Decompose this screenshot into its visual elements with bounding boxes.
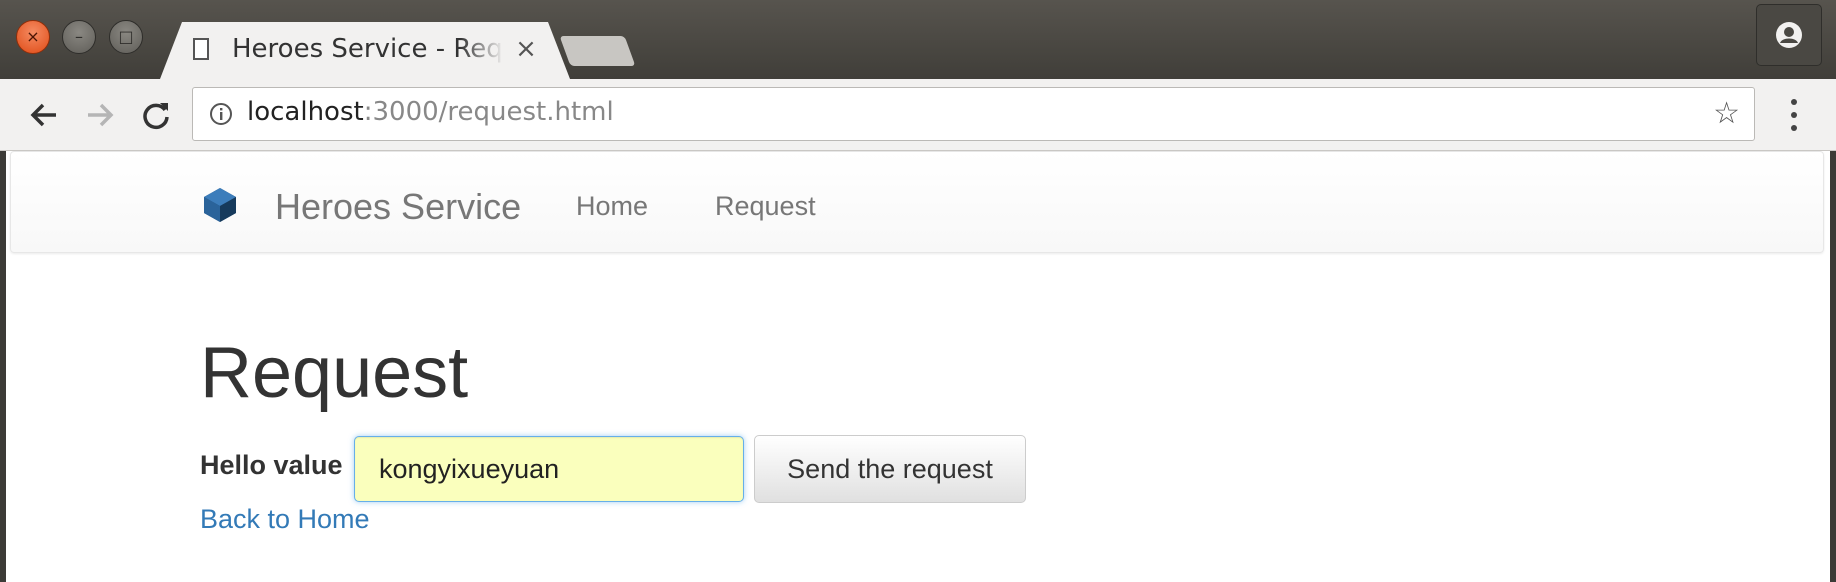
reload-icon [143,103,169,130]
browser-window: × – □ Heroes Service - Request × [0,0,1836,582]
tab-title-fade [460,30,504,70]
back-button[interactable] [26,97,62,133]
send-request-button[interactable]: Send the request [754,435,1026,503]
new-tab-button[interactable] [559,36,636,66]
profile-button[interactable] [1756,4,1822,66]
back-to-home-link[interactable]: Back to Home [200,504,370,535]
page-viewport: Heroes Service Home Request Request Hell… [6,151,1830,582]
window-minimize-button[interactable]: – [62,20,96,54]
minimize-icon: – [75,27,83,46]
reload-button[interactable] [138,97,174,133]
brand-name[interactable]: Heroes Service [275,186,521,228]
browser-toolbar: localhost:3000/request.html ☆ [0,79,1836,151]
tab-close-button[interactable]: × [511,32,541,66]
nav-link-home[interactable]: Home [576,191,648,222]
menu-icon[interactable] [1780,95,1808,135]
profile-icon [1776,22,1802,48]
cube-logo-icon [204,188,236,222]
page-icon [193,38,209,60]
browser-tab[interactable]: Heroes Service - Request × [160,22,570,79]
close-icon: × [26,27,40,46]
forward-button[interactable] [82,97,118,133]
window-maximize-button[interactable]: □ [109,20,143,54]
back-arrow-icon [30,103,56,127]
nav-link-request[interactable]: Request [715,191,816,222]
address-bar[interactable]: localhost:3000/request.html ☆ [192,87,1755,141]
hello-value-input[interactable] [354,436,744,502]
url-path: :3000/request.html [363,97,614,127]
title-bar: × – □ Heroes Service - Request × [0,0,1836,79]
page-title: Request [200,333,469,413]
star-icon[interactable]: ☆ [1713,98,1740,130]
info-icon[interactable] [209,102,233,126]
forward-arrow-icon [88,103,114,127]
url-text[interactable]: localhost:3000/request.html [247,97,614,127]
hello-value-label: Hello value [200,450,343,480]
maximize-icon: □ [118,27,134,46]
window-close-button[interactable]: × [16,20,50,54]
site-navbar: Heroes Service Home Request [10,151,1824,253]
url-host: localhost [247,97,364,127]
